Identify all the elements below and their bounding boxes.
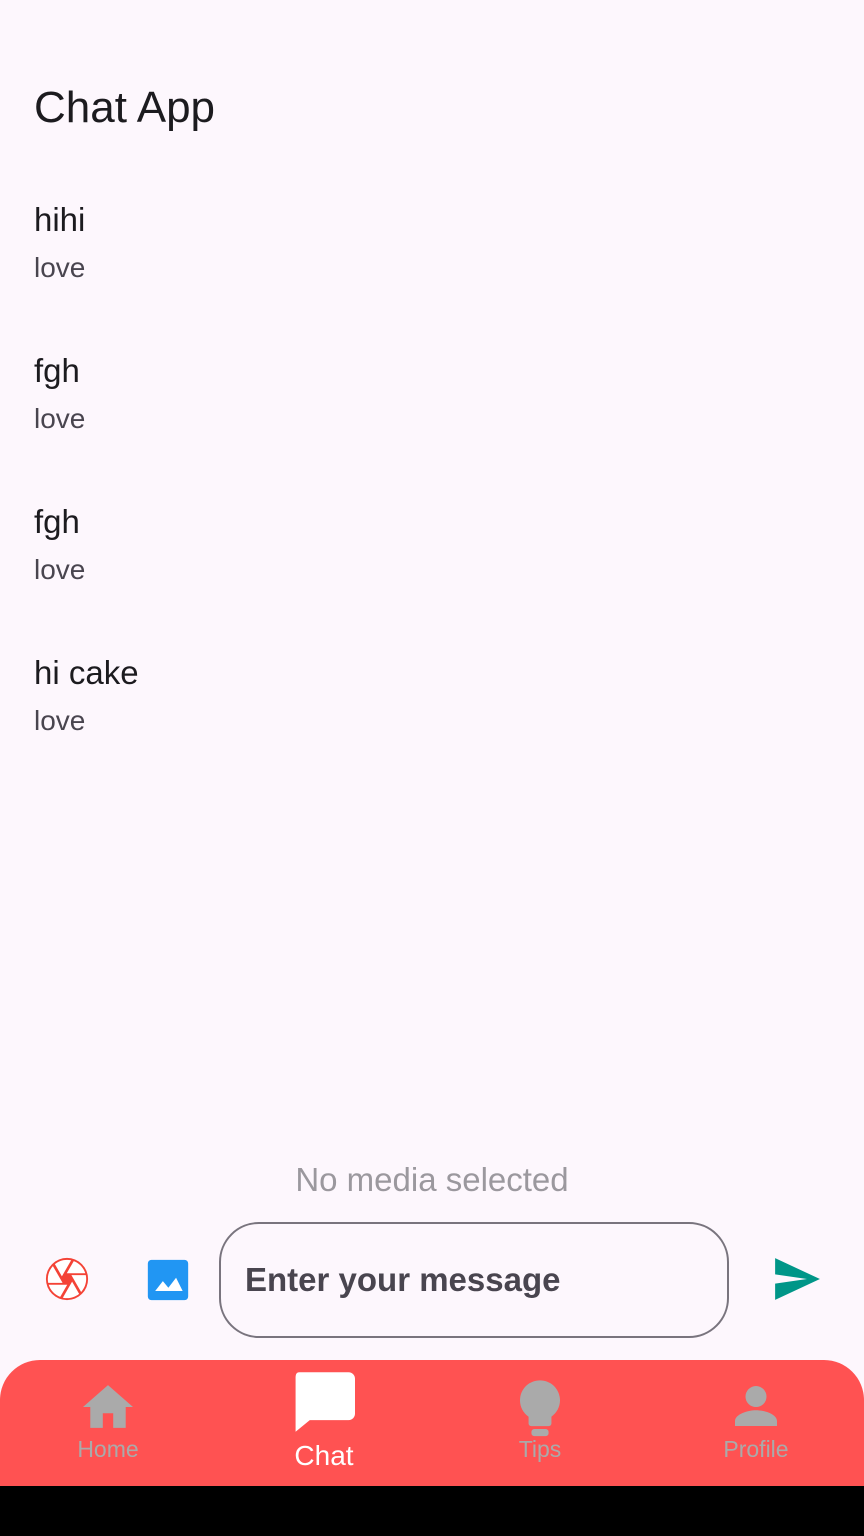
chat-item-subtitle: love bbox=[34, 705, 86, 736]
message-composer bbox=[0, 1220, 864, 1340]
chat-screen: Chat App hihi love fgh love fgh love hi … bbox=[0, 0, 864, 1536]
nav-label-chat: Chat bbox=[294, 1440, 354, 1471]
send-button[interactable] bbox=[772, 1256, 822, 1302]
chat-item-title: fgh bbox=[34, 352, 80, 389]
chat-bubble-icon bbox=[295, 1372, 355, 1432]
list-item[interactable]: fgh love bbox=[0, 341, 864, 492]
nav-item-chat[interactable]: Chat bbox=[216, 1360, 432, 1486]
chat-item-title: hi cake bbox=[34, 654, 139, 691]
lightbulb-icon bbox=[520, 1380, 560, 1437]
chat-item-subtitle: love bbox=[34, 252, 86, 283]
nav-item-tips[interactable]: Tips bbox=[432, 1360, 648, 1486]
send-icon bbox=[775, 1258, 820, 1300]
list-item[interactable]: fgh love bbox=[0, 492, 864, 643]
chat-list: hihi love fgh love fgh love hi cake love bbox=[0, 190, 864, 794]
nav-item-profile[interactable]: Profile bbox=[648, 1360, 864, 1486]
nav-item-home[interactable]: Home bbox=[0, 1360, 216, 1486]
chat-item-subtitle: love bbox=[34, 403, 86, 434]
camera-shutter-icon bbox=[45, 1257, 89, 1301]
app-title: Chat App bbox=[34, 83, 216, 132]
message-input[interactable] bbox=[219, 1222, 729, 1338]
person-icon bbox=[735, 1386, 777, 1426]
gallery-button[interactable] bbox=[146, 1258, 190, 1302]
home-icon bbox=[83, 1385, 133, 1428]
camera-button[interactable] bbox=[44, 1256, 90, 1302]
list-item[interactable]: hi cake love bbox=[0, 643, 864, 794]
chat-item-subtitle: love bbox=[34, 554, 86, 585]
media-status-text: No media selected bbox=[295, 1161, 569, 1198]
chat-item-title: fgh bbox=[34, 503, 80, 540]
bottom-navigation: Home Chat Tips Profile bbox=[0, 1360, 864, 1486]
image-icon bbox=[147, 1259, 189, 1301]
list-item[interactable]: hihi love bbox=[0, 190, 864, 341]
system-navigation-bar bbox=[0, 1486, 864, 1536]
chat-item-title: hihi bbox=[34, 201, 86, 238]
nav-label-tips: Tips bbox=[518, 1436, 562, 1462]
nav-label-profile: Profile bbox=[723, 1436, 789, 1462]
nav-label-home: Home bbox=[77, 1436, 139, 1462]
